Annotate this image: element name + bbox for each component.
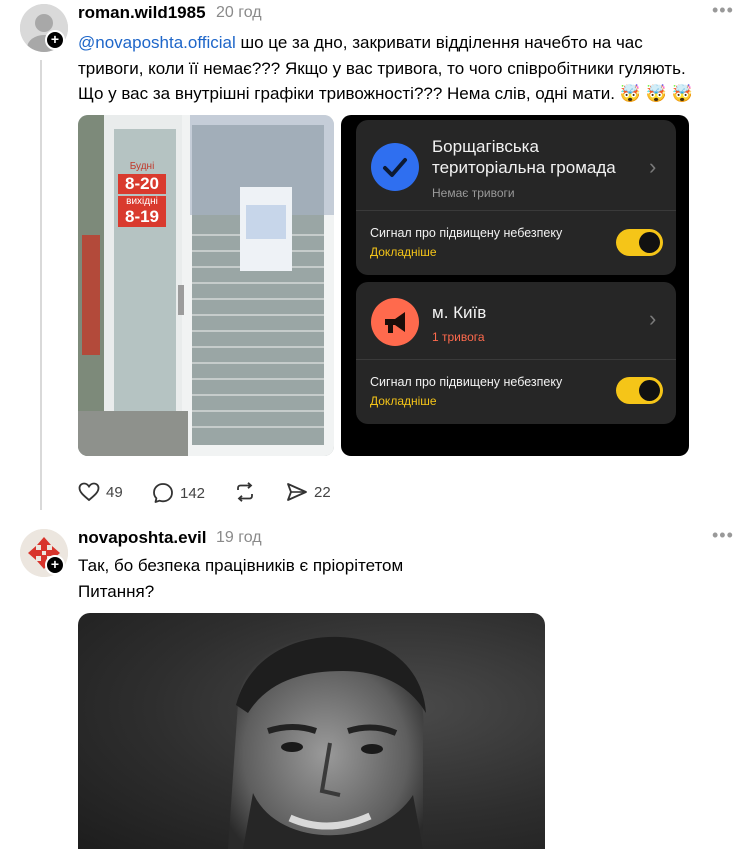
share-count: 22 — [314, 483, 331, 501]
divider — [356, 210, 676, 211]
megaphone-icon — [371, 298, 419, 346]
post-text: @novaposhta.official шо це за дно, закри… — [78, 30, 728, 107]
username[interactable]: roman.wild1985 — [78, 3, 206, 23]
divider — [356, 359, 676, 360]
region-status: Немає тривоги — [432, 186, 515, 200]
like-button[interactable]: 49 — [78, 482, 123, 502]
weekend-hours: 8-19 — [118, 207, 166, 227]
region-card-borshchahivska[interactable]: Борщагівська територіальна громада Немає… — [356, 120, 676, 275]
post-text-line1: Так, бо безпека працівників є пріорітето… — [78, 556, 404, 575]
follow-plus-icon[interactable]: + — [45, 555, 65, 575]
comment-icon — [153, 483, 173, 503]
hours-sign: Будні 8-20 вихідні 8-19 — [118, 161, 166, 227]
like-count: 49 — [106, 483, 123, 501]
region-title-kyiv: м. Київ — [432, 303, 487, 322]
comment-count: 142 — [180, 484, 206, 502]
portrait-illustration — [228, 636, 426, 849]
post-text-line2: тривоги, коли її немає??? Якщо у вас три… — [78, 58, 686, 78]
more-options-icon[interactable]: ••• — [712, 0, 734, 21]
details-link[interactable]: Докладніше — [370, 245, 437, 259]
details-link[interactable]: Докладніше — [370, 394, 437, 408]
share-button[interactable]: 22 — [286, 482, 331, 502]
comment-button[interactable]: 142 — [152, 482, 205, 504]
post-time[interactable]: 20 год — [216, 4, 262, 22]
follow-plus-icon[interactable]: + — [45, 30, 65, 50]
repost-icon — [237, 482, 253, 502]
more-options-icon[interactable]: ••• — [712, 525, 734, 546]
chevron-right-icon[interactable]: › — [649, 154, 656, 180]
region-card-kyiv[interactable]: м. Київ 1 тривога › Сигнал про підвищену… — [356, 282, 676, 424]
region-alert-status: 1 тривога — [432, 330, 485, 344]
portrait-photo[interactable] — [78, 613, 545, 849]
post-time[interactable]: 19 год — [216, 529, 262, 547]
thread-line — [40, 60, 42, 510]
alert-app-screenshot[interactable]: Борщагівська територіальна громада Немає… — [341, 115, 689, 456]
weekdays-label: Будні — [129, 161, 155, 172]
danger-signal-toggle[interactable] — [616, 229, 663, 256]
repost-button[interactable] — [234, 482, 256, 502]
post-text-line3: Що у вас за внутрішні графіки тривожност… — [78, 84, 693, 103]
check-circle-icon — [371, 143, 419, 191]
danger-signal-toggle[interactable] — [616, 377, 663, 404]
send-icon — [287, 483, 307, 501]
chevron-right-icon[interactable]: › — [649, 306, 656, 332]
door-illustration — [78, 115, 334, 456]
username[interactable]: novaposhta.evil — [78, 528, 206, 548]
heart-icon — [78, 482, 100, 502]
door-photo[interactable]: Будні 8-20 вихідні 8-19 — [78, 115, 334, 456]
signal-label: Сигнал про підвищену небезпеку — [370, 375, 563, 389]
region-title-line2: територіальна громада — [432, 158, 616, 177]
post-text-line1: шо це за дно, закривати відділення начеб… — [235, 33, 643, 52]
post-text-line2: Питання? — [78, 581, 155, 601]
region-title-line1: Борщагівська — [432, 137, 539, 156]
signal-label: Сигнал про підвищену небезпеку — [370, 226, 563, 240]
weekend-label: вихідні — [118, 196, 166, 207]
weekdays-hours: 8-20 — [118, 174, 166, 194]
post-roman: + roman.wild1985 20 год ••• @novaposhta.… — [0, 0, 740, 520]
mention-link[interactable]: @novaposhta.official — [78, 33, 236, 52]
region-title: Борщагівська територіальна громада — [432, 136, 616, 178]
post-text: Так, бо безпека працівників є пріорітето… — [78, 553, 678, 604]
